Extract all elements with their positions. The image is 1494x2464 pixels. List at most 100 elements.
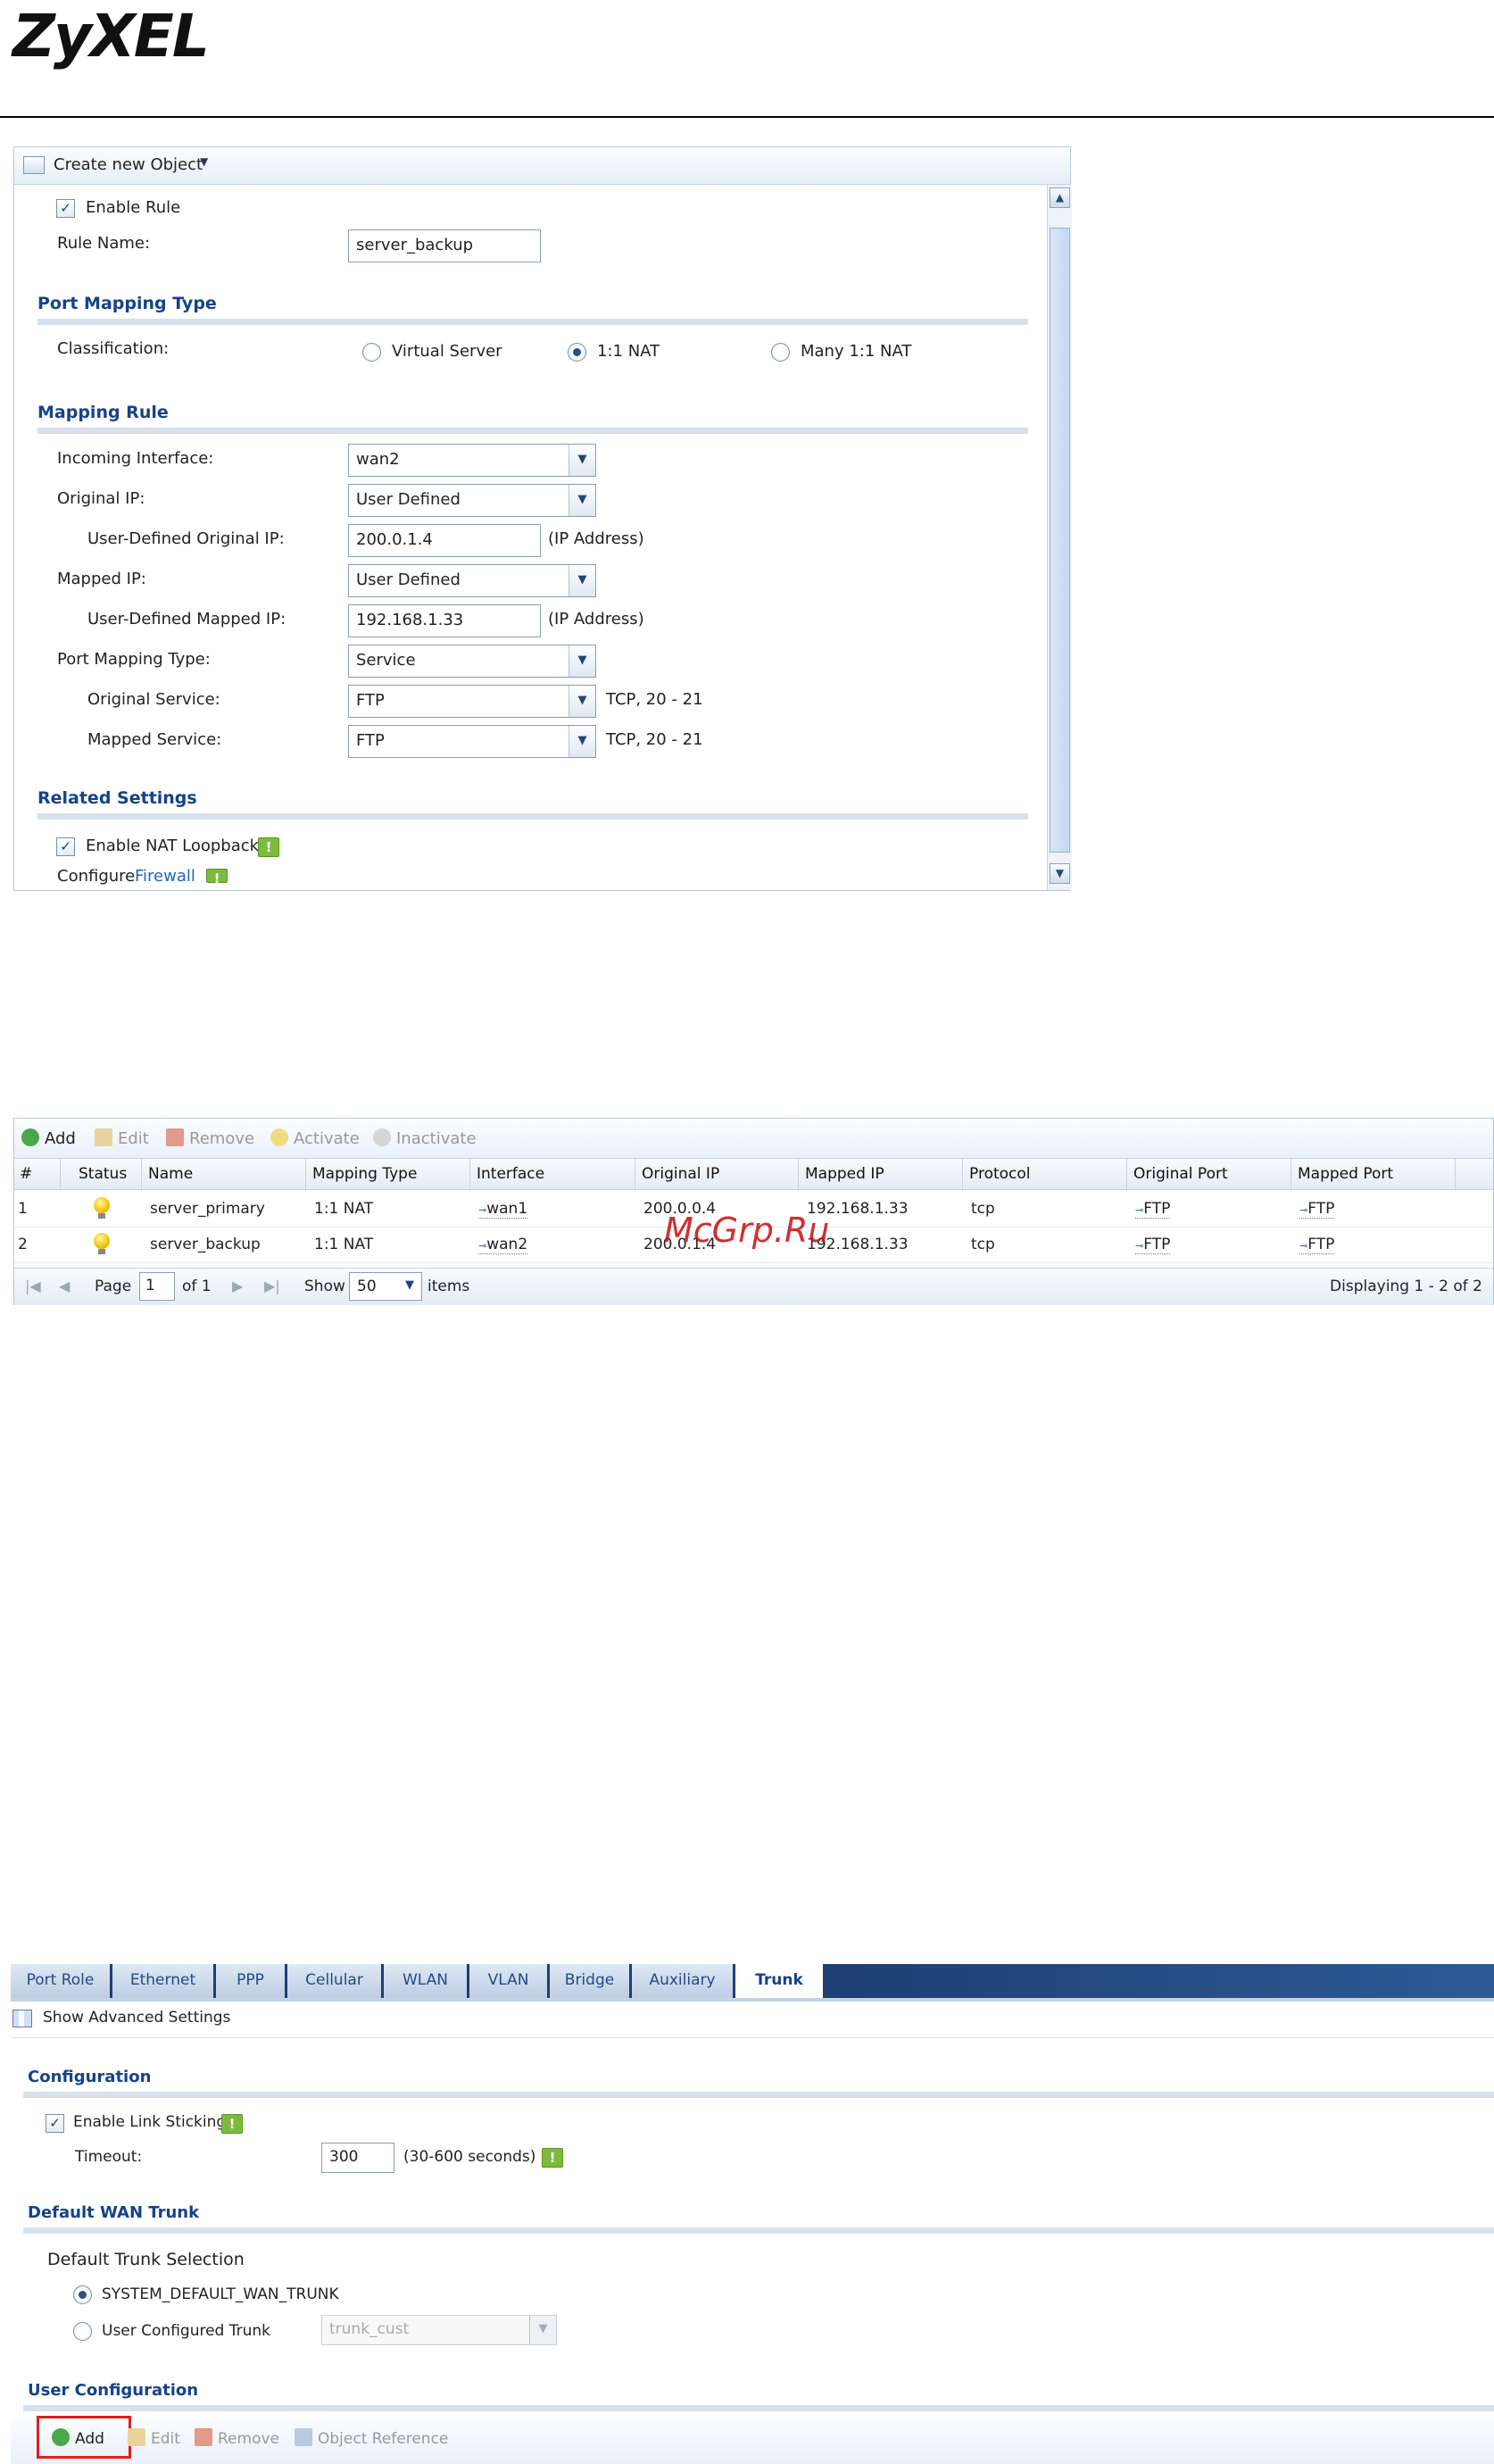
chevron-down-icon[interactable]: ▼ <box>569 726 595 757</box>
row-mapped-port[interactable]: ⊸FTP <box>1299 1200 1335 1219</box>
column-header[interactable]: Interface <box>477 1165 544 1183</box>
tab-bar-fill <box>823 1964 1494 1998</box>
trunk-add-button[interactable]: Add <box>52 2428 104 2448</box>
tab-ethernet[interactable]: Ethernet <box>112 1964 216 1998</box>
column-header[interactable]: Mapped IP <box>805 1165 884 1183</box>
tab-vlan[interactable]: VLAN <box>469 1964 550 1998</box>
radio-label-1-1-nat: 1:1 NAT <box>597 342 660 361</box>
object-reference-button[interactable]: Object Reference <box>295 2428 448 2448</box>
row-protocol: tcp <box>971 1200 995 1218</box>
row-interface[interactable]: ⊸wan2 <box>478 1236 528 1254</box>
incoming-interface-select[interactable]: wan2 ▼ <box>348 444 596 477</box>
chevron-down-icon[interactable]: ▼ <box>569 485 595 516</box>
original-ip-select[interactable]: User Defined ▼ <box>348 484 596 517</box>
first-page-icon[interactable]: |◀ <box>25 1278 41 1294</box>
timeout-label: Timeout: <box>75 2148 143 2166</box>
inactivate-button[interactable]: Inactivate <box>373 1128 477 1148</box>
activate-button[interactable]: Activate <box>270 1128 360 1148</box>
original-ip-label: Original IP: <box>57 489 145 508</box>
section-divider <box>37 813 1028 820</box>
prev-page-icon[interactable]: ◀ <box>59 1278 70 1294</box>
radio-user-configured-trunk[interactable] <box>73 2322 92 2341</box>
radio-label-virtual-server: Virtual Server <box>392 342 502 361</box>
column-header[interactable]: Original Port <box>1133 1165 1228 1183</box>
object-reference-icon <box>295 2428 312 2446</box>
tab-wlan[interactable]: WLAN <box>384 1964 469 1998</box>
add-icon <box>21 1128 39 1146</box>
nat-loopback-checkbox[interactable]: ✓ <box>56 837 75 856</box>
chevron-down-icon[interactable]: ▼ <box>569 686 595 717</box>
edit-button[interactable]: Edit <box>95 1128 149 1148</box>
tab-bridge[interactable]: Bridge <box>550 1964 632 1998</box>
tab-cellular[interactable]: Cellular <box>287 1964 384 1998</box>
port-mapping-type-select[interactable]: Service ▼ <box>348 645 596 678</box>
row-interface[interactable]: ⊸wan1 <box>478 1200 528 1219</box>
user-original-ip-input[interactable]: 200.0.1.4 <box>348 524 541 557</box>
advanced-settings-icon[interactable] <box>12 2010 32 2027</box>
remove-label: Remove <box>218 2430 279 2448</box>
column-header[interactable]: Mapping Type <box>312 1165 417 1183</box>
row-original-port[interactable]: ⊸FTP <box>1135 1200 1171 1219</box>
user-mapped-ip-input[interactable]: 192.168.1.33 <box>348 604 541 637</box>
trunk-remove-button[interactable]: Remove <box>195 2428 279 2448</box>
rule-name-label: Rule Name: <box>57 234 151 253</box>
object-icon: ⊸ <box>478 1240 487 1252</box>
original-service-select[interactable]: FTP ▼ <box>348 685 596 718</box>
timeout-input[interactable]: 300 <box>321 2143 394 2173</box>
page-input[interactable]: 1 <box>139 1272 175 1301</box>
original-service-label: Original Service: <box>87 690 220 709</box>
chevron-down-icon[interactable]: ▼ <box>569 565 595 596</box>
port-mapping-type-label: Port Mapping Type: <box>57 650 211 669</box>
column-header[interactable]: Status <box>79 1165 127 1183</box>
select-value: FTP <box>356 731 385 750</box>
enable-rule-checkbox[interactable]: ✓ <box>56 199 75 218</box>
scroll-thumb[interactable] <box>1050 228 1070 853</box>
firewall-link[interactable]: Firewall <box>135 867 195 890</box>
tab-auxiliary[interactable]: Auxiliary <box>632 1964 735 1998</box>
show-advanced-settings[interactable]: Show Advanced Settings <box>43 2009 230 2027</box>
radio-virtual-server[interactable] <box>362 343 381 362</box>
column-header[interactable]: Protocol <box>969 1165 1031 1183</box>
radio-default-wan-trunk[interactable] <box>73 2285 92 2304</box>
chevron-down-icon[interactable]: ▼ <box>529 2316 556 2344</box>
column-header[interactable]: # <box>20 1165 32 1183</box>
column-separator <box>1455 1159 1456 1191</box>
add-button[interactable]: Add <box>21 1128 76 1148</box>
column-header[interactable]: Name <box>148 1165 193 1183</box>
page-size-select[interactable]: 50 ▼ <box>349 1272 422 1301</box>
column-header[interactable]: Original IP <box>642 1165 719 1183</box>
row-mapped-port[interactable]: ⊸FTP <box>1299 1236 1335 1254</box>
user-trunk-select[interactable]: trunk_cust ▼ <box>321 2315 557 2345</box>
tab-port-role[interactable]: Port Role <box>11 1964 112 1998</box>
mapped-service-label: Mapped Service: <box>87 730 222 749</box>
form-scrollbar[interactable]: ▲ ▼ <box>1047 185 1072 890</box>
create-object-button[interactable]: Create new Object <box>54 155 203 174</box>
scroll-down-icon[interactable]: ▼ <box>1050 863 1070 884</box>
chevron-down-icon[interactable]: ▼ <box>200 155 208 168</box>
incoming-interface-label: Incoming Interface: <box>57 449 214 468</box>
chevron-down-icon[interactable]: ▼ <box>398 1273 421 1300</box>
radio-1-1-nat[interactable] <box>568 343 586 362</box>
radio-many-1-1-nat[interactable] <box>771 343 790 362</box>
link-sticking-checkbox[interactable]: ✓ <box>46 2114 64 2133</box>
column-separator <box>305 1159 306 1191</box>
mapped-ip-label: Mapped IP: <box>57 570 146 588</box>
chevron-down-icon[interactable]: ▼ <box>569 445 595 476</box>
column-header[interactable]: Mapped Port <box>1298 1165 1393 1183</box>
last-page-icon[interactable]: ▶| <box>264 1278 280 1294</box>
tab-trunk[interactable]: Trunk <box>735 1964 823 1998</box>
mapped-service-select[interactable]: FTP ▼ <box>348 725 596 758</box>
row-original-port[interactable]: ⊸FTP <box>1135 1236 1171 1254</box>
rule-name-input[interactable]: server_backup <box>348 229 541 262</box>
trunk-edit-button[interactable]: Edit <box>128 2428 180 2448</box>
next-page-icon[interactable]: ▶ <box>232 1278 243 1294</box>
section-port-mapping-type: Port Mapping Type <box>37 294 217 313</box>
remove-button[interactable]: Remove <box>166 1128 254 1148</box>
chevron-down-icon[interactable]: ▼ <box>569 645 595 677</box>
edit-label: Edit <box>118 1129 149 1148</box>
column-separator <box>469 1159 470 1191</box>
tab-ppp[interactable]: PPP <box>216 1964 287 1998</box>
mapped-ip-select[interactable]: User Defined ▼ <box>348 564 596 597</box>
row-number: 2 <box>18 1236 28 1253</box>
scroll-up-icon[interactable]: ▲ <box>1050 187 1070 208</box>
